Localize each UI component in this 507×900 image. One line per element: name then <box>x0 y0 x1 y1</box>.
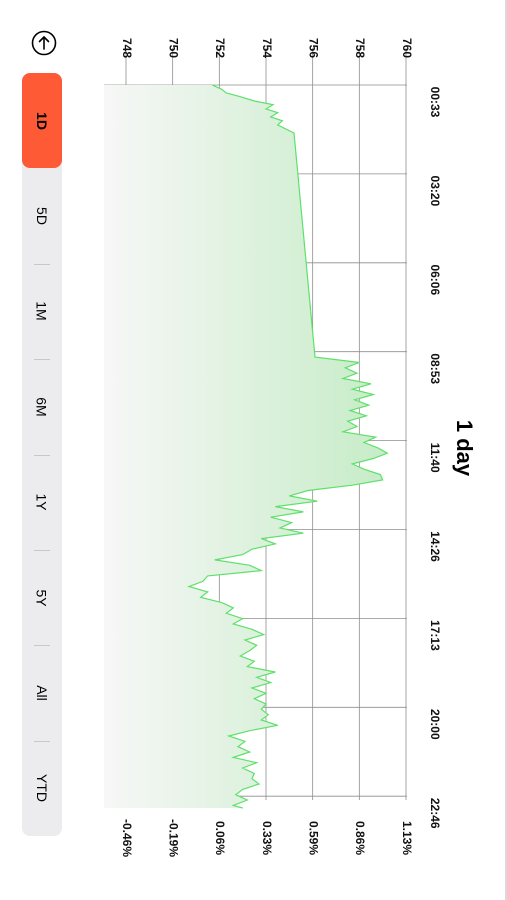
range-button-ytd[interactable]: YTD <box>22 741 62 836</box>
percent-axis-ticks: -0.46% -0.19% 0.06% 0.33% 0.59% 0.86% 1.13% <box>120 819 414 857</box>
range-button-label: All <box>34 685 50 701</box>
chart-area <box>104 85 388 809</box>
range-button-1y[interactable]: 1Y <box>22 455 62 550</box>
x-tick-label: 20:00 <box>428 709 442 740</box>
range-separator <box>34 645 50 647</box>
range-button-label: 1M <box>33 301 50 322</box>
range-separator <box>34 454 50 456</box>
range-separator <box>34 359 50 361</box>
percent-tick-label: 0.59% <box>306 821 320 855</box>
x-tick-label: 17:13 <box>428 620 442 651</box>
range-button-label: 1Y <box>34 493 50 511</box>
y-axis-ticks: 748 750 752 754 756 758 760 <box>120 38 414 58</box>
range-button-label: YTD <box>34 774 50 803</box>
range-button-label: 1D <box>34 111 50 130</box>
y-tick-label: 754 <box>260 38 274 58</box>
area-fill <box>104 85 388 809</box>
y-tick-label: 752 <box>213 38 227 58</box>
percent-tick-label: 0.86% <box>353 821 367 855</box>
y-tick-label: 750 <box>166 38 180 58</box>
range-button-1m[interactable]: 1M <box>22 264 62 359</box>
y-tick-label: 760 <box>400 38 414 58</box>
range-separator <box>34 263 50 265</box>
range-button-5y[interactable]: 5Y <box>22 550 62 645</box>
y-tick-label: 758 <box>353 38 367 58</box>
range-separator <box>34 549 50 551</box>
range-separator <box>34 740 50 742</box>
share-arrow-icon[interactable] <box>31 30 57 56</box>
y-tick-label: 756 <box>306 38 320 58</box>
x-tick-label: 06:06 <box>428 264 442 295</box>
x-tick-label: 22:46 <box>428 798 442 829</box>
x-tick-label: 03:20 <box>428 176 442 207</box>
range-button-label: 5Y <box>34 589 50 607</box>
range-button-all[interactable]: All <box>22 645 62 740</box>
percent-tick-label: -0.46% <box>120 819 134 857</box>
percent-tick-label: 0.06% <box>213 821 227 855</box>
percent-tick-label: 1.13% <box>400 821 414 855</box>
chart-title: 1 day <box>451 419 477 477</box>
x-tick-label: 14:26 <box>428 531 442 562</box>
percent-tick-label: -0.19% <box>166 819 180 857</box>
range-button-5d[interactable]: 5D <box>22 168 62 263</box>
x-tick-label: 00:33 <box>428 87 442 118</box>
range-button-label: 5D <box>34 207 50 226</box>
percent-tick-label: 0.33% <box>260 821 274 855</box>
range-button-1d[interactable]: 1D <box>22 73 62 169</box>
x-tick-label: 08:53 <box>428 353 442 384</box>
range-button-6m[interactable]: 6M <box>22 359 62 454</box>
range-button-label: 6M <box>33 397 50 417</box>
y-tick-label: 748 <box>120 38 134 58</box>
